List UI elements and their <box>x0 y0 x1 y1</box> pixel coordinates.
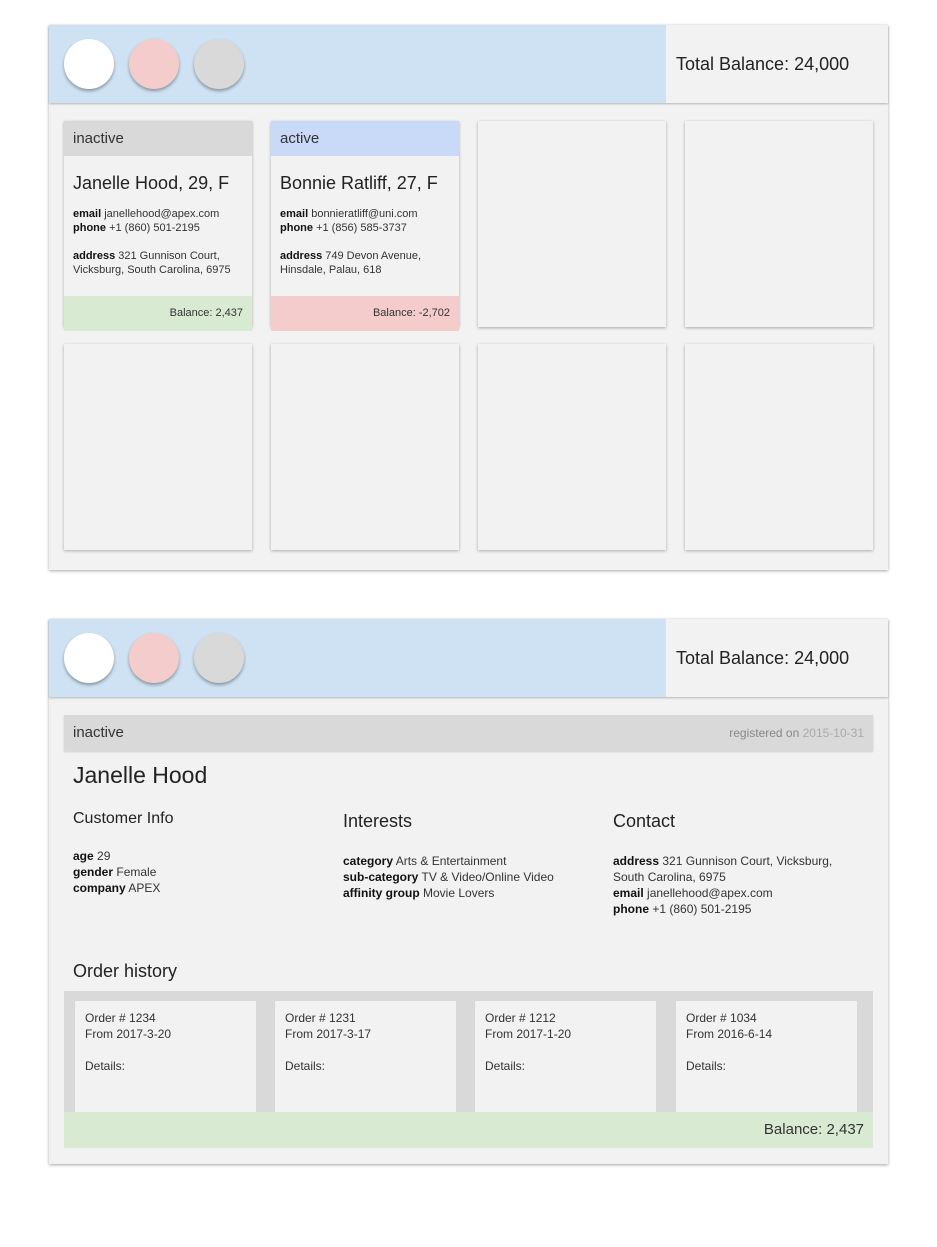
filter-bar <box>49 25 666 103</box>
order-number: Order # 1234 <box>85 1011 156 1025</box>
customer-card[interactable]: inactive Janelle Hood, 29, F email janel… <box>64 121 252 331</box>
order-history-title: Order history <box>73 961 178 981</box>
contact-info: address 321 Gunnison Court, Vicksburg, S… <box>613 853 858 917</box>
filter-all-button[interactable] <box>64 39 114 89</box>
email-value: janellehood@apex.com <box>104 208 220 220</box>
customer-name: Janelle Hood <box>73 762 208 788</box>
empty-card <box>64 344 252 550</box>
order-card[interactable]: Order # 1212 From 2017-1-20 Details: <box>475 1001 656 1112</box>
order-date: From 2017-3-20 <box>85 1027 172 1041</box>
empty-card <box>271 344 459 550</box>
order-details: Details: <box>686 1059 727 1073</box>
email-value: bonnieratliff@uni.com <box>311 208 418 220</box>
age-value: 29 <box>97 849 111 863</box>
filter-negative-button[interactable] <box>129 633 179 683</box>
phone-label: phone <box>73 222 106 234</box>
subcategory-label: sub-category <box>343 870 419 884</box>
status-badge: inactive <box>73 724 124 741</box>
empty-card <box>478 121 666 327</box>
affinity-value: Movie Lovers <box>423 886 495 900</box>
contact-title: Contact <box>613 811 676 831</box>
filter-negative-button[interactable] <box>129 39 179 89</box>
order-history-list: Order # 1234 From 2017-3-20 Details: Ord… <box>64 991 873 1112</box>
interests-title: Interests <box>343 811 413 831</box>
order-details: Details: <box>285 1059 326 1073</box>
category-value: Arts & Entertainment <box>395 854 507 868</box>
total-balance: Total Balance: 24,000 <box>666 619 888 697</box>
balance-footer: Balance: -2,702 <box>271 296 459 331</box>
subcategory-value: TV & Video/Online Video <box>421 870 554 884</box>
filter-bar <box>49 619 666 697</box>
order-date: From 2017-1-20 <box>485 1027 572 1041</box>
customer-card[interactable]: active Bonnie Ratliff, 27, F email bonni… <box>271 121 459 331</box>
category-label: category <box>343 854 394 868</box>
filter-all-button[interactable] <box>64 633 114 683</box>
phone-value: +1 (856) 585-3737 <box>316 222 407 234</box>
order-number: Order # 1212 <box>485 1011 556 1025</box>
balance-footer: Balance: 2,437 <box>64 1112 873 1148</box>
company-label: company <box>73 881 126 895</box>
address-label: address <box>280 250 323 262</box>
order-date: From 2017-3-17 <box>285 1027 372 1041</box>
order-card[interactable]: Order # 1231 From 2017-3-17 Details: <box>275 1001 456 1112</box>
filter-inactive-button[interactable] <box>194 39 244 89</box>
email-value: janellehood@apex.com <box>647 886 773 900</box>
status-badge: active <box>271 121 459 156</box>
interests-info: category Arts & Entertainment sub-catego… <box>343 853 603 901</box>
order-details: Details: <box>485 1059 526 1073</box>
empty-card <box>478 344 666 550</box>
filter-inactive-button[interactable] <box>194 633 244 683</box>
total-balance: Total Balance: 24,000 <box>666 25 888 103</box>
contact-info: email bonnieratliff@uni.com phone +1 (85… <box>271 207 459 277</box>
registration-info: registered on 2015-10-31 <box>729 715 864 751</box>
affinity-label: affinity group <box>343 886 420 900</box>
panel-header: Total Balance: 24,000 <box>49 619 888 697</box>
registered-label: registered on <box>729 726 800 740</box>
phone-label: phone <box>613 902 649 916</box>
customer-info: age 29 gender Female company APEX <box>73 848 323 896</box>
order-date: From 2016-6-14 <box>686 1027 773 1041</box>
status-badge: inactive <box>64 121 252 156</box>
phone-label: phone <box>280 222 313 234</box>
age-label: age <box>73 849 94 863</box>
panel-header: Total Balance: 24,000 <box>49 25 888 103</box>
gender-value: Female <box>116 865 157 879</box>
email-label: email <box>73 208 102 220</box>
phone-value: +1 (860) 501-2195 <box>109 222 200 234</box>
contact-info: email janellehood@apex.com phone +1 (860… <box>64 207 252 277</box>
detail-status-bar: inactive registered on 2015-10-31 <box>64 715 873 751</box>
customer-detail-panel: Total Balance: 24,000 inactive registere… <box>49 619 888 1164</box>
order-details: Details: <box>85 1059 126 1073</box>
customer-info-title: Customer Info <box>73 810 174 827</box>
email-label: email <box>613 886 644 900</box>
registered-date: 2015-10-31 <box>802 726 864 740</box>
address-label: address <box>613 854 660 868</box>
empty-card <box>685 344 873 550</box>
order-card[interactable]: Order # 1234 From 2017-3-20 Details: <box>75 1001 256 1112</box>
company-value: APEX <box>128 881 161 895</box>
phone-value: +1 (860) 501-2195 <box>652 902 752 916</box>
customer-name: Janelle Hood, 29, F <box>73 173 230 193</box>
address-label: address <box>73 250 116 262</box>
balance-footer: Balance: 2,437 <box>64 296 252 331</box>
gender-label: gender <box>73 865 114 879</box>
customer-grid-panel: Total Balance: 24,000 inactive Janelle H… <box>49 25 888 570</box>
order-number: Order # 1034 <box>686 1011 757 1025</box>
customer-name: Bonnie Ratliff, 27, F <box>280 173 438 193</box>
order-card[interactable]: Order # 1034 From 2016-6-14 Details: <box>676 1001 857 1112</box>
order-number: Order # 1231 <box>285 1011 356 1025</box>
empty-card <box>685 121 873 327</box>
email-label: email <box>280 208 309 220</box>
